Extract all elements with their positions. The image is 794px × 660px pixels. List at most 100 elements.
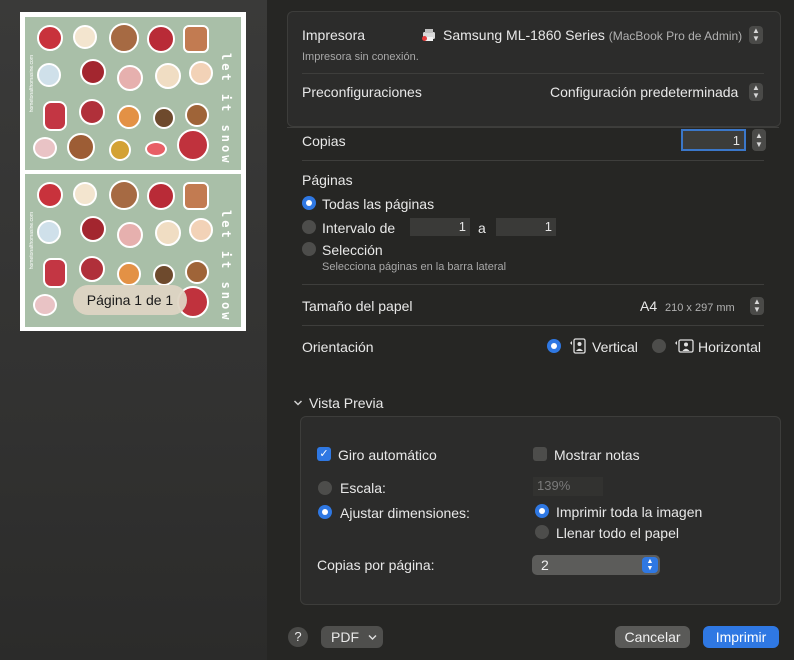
show-notes-label: Mostrar notas bbox=[554, 447, 640, 463]
sticker-mug bbox=[147, 182, 175, 210]
printer-status: Impresora sin conexión. bbox=[302, 51, 419, 63]
help-button[interactable]: ? bbox=[288, 627, 308, 647]
copies-per-page-value: 2 bbox=[541, 557, 549, 573]
sticker-star bbox=[37, 220, 61, 244]
auto-rotate-checkbox[interactable]: ✓ bbox=[317, 447, 331, 461]
sticker-anise bbox=[153, 264, 175, 286]
scale-input[interactable]: 139% bbox=[533, 477, 603, 496]
vista-previa-header[interactable]: Vista Previa bbox=[309, 395, 383, 411]
sticker-mitten bbox=[67, 133, 95, 161]
copies-per-page-label: Copias por página: bbox=[317, 557, 435, 573]
copies-input[interactable]: 1 bbox=[681, 129, 746, 151]
popup-arrows-icon: ▲ ▼ bbox=[642, 557, 658, 573]
pages-all-label: Todas las páginas bbox=[322, 196, 435, 212]
printer-icon bbox=[422, 29, 435, 41]
sticker-stocking bbox=[43, 258, 67, 288]
pages-label: Páginas bbox=[302, 172, 353, 188]
sticker-cookie bbox=[73, 182, 97, 206]
sticker-mug bbox=[147, 25, 175, 53]
paper-size-value: A4 bbox=[640, 298, 658, 314]
pages-selection-radio[interactable] bbox=[302, 242, 316, 256]
orientation-vertical-label: Vertical bbox=[592, 339, 638, 355]
printer-label: Impresora bbox=[302, 27, 366, 43]
sticker-bow bbox=[80, 216, 106, 242]
scale-radio[interactable] bbox=[318, 481, 332, 495]
pdf-menu-button[interactable]: PDF bbox=[321, 626, 383, 648]
page-thumbnail[interactable]: let it snow hometonalthomasine.com let i… bbox=[20, 12, 246, 331]
cancel-button[interactable]: Cancelar bbox=[615, 626, 690, 648]
chevron-down-icon[interactable] bbox=[293, 398, 303, 408]
pages-range-label: Intervalo de bbox=[322, 220, 396, 236]
print-button[interactable]: Imprimir bbox=[703, 626, 779, 648]
sticker-snowflake-cookie bbox=[109, 23, 139, 53]
printer-name: Samsung ML-1860 Series bbox=[443, 27, 605, 43]
sticker-bell bbox=[109, 139, 131, 161]
sheet-side-text: hometonalthomasine.com bbox=[29, 55, 35, 113]
divider bbox=[302, 160, 764, 161]
landscape-orientation-icon bbox=[675, 339, 694, 353]
chevron-down-icon bbox=[368, 635, 377, 640]
sticker-cinnamon bbox=[185, 103, 209, 127]
preview-sidebar: let it snow hometonalthomasine.com let i… bbox=[0, 0, 267, 660]
show-notes-checkbox[interactable] bbox=[533, 447, 547, 461]
page-count-badge: Página 1 de 1 bbox=[73, 285, 187, 315]
copies-per-page-select[interactable]: 2 ▲ ▼ bbox=[532, 555, 660, 575]
sheet-side-text: hometonalthomasine.com bbox=[29, 212, 35, 270]
paper-size-dims: 210 x 297 mm bbox=[665, 302, 735, 314]
sticker-bow bbox=[80, 59, 106, 85]
fill-paper-radio[interactable] bbox=[535, 525, 549, 539]
sticker-star-cookie bbox=[155, 220, 181, 246]
sticker-stocking bbox=[43, 101, 67, 131]
orientation-label: Orientación bbox=[302, 339, 374, 355]
copies-stepper[interactable]: ▲ ▼ bbox=[752, 129, 766, 151]
presets-select[interactable]: Configuración predeterminada bbox=[550, 84, 738, 100]
sticker-gift bbox=[37, 182, 63, 208]
sticker-heart-cookie bbox=[33, 294, 57, 316]
pages-selection-label: Selección bbox=[322, 242, 383, 258]
pdf-label: PDF bbox=[331, 629, 359, 645]
orientation-horizontal-label: Horizontal bbox=[698, 339, 762, 355]
sticker-gingerbread-house bbox=[183, 182, 209, 210]
paper-size-label: Tamaño del papel bbox=[302, 298, 413, 314]
sticker-star-cookie bbox=[155, 63, 181, 89]
sticker-cookie bbox=[73, 25, 97, 49]
sticker-heart bbox=[117, 65, 143, 91]
sticker-gift bbox=[37, 25, 63, 51]
sticker-ornament bbox=[79, 99, 105, 125]
sticker-cinnamon bbox=[185, 260, 209, 284]
range-from-input[interactable]: 1 bbox=[410, 218, 470, 236]
sticker-sheet-top: let it snow hometonalthomasine.com bbox=[25, 17, 241, 170]
sticker-heart bbox=[117, 222, 143, 248]
printer-select[interactable]: Samsung ML-1860 Series (MacBook Pro de A… bbox=[443, 27, 742, 43]
orientation-horizontal-radio[interactable] bbox=[652, 339, 666, 353]
sticker-anise bbox=[153, 107, 175, 129]
range-to-label: a bbox=[478, 220, 486, 236]
sticker-round-cookie bbox=[189, 218, 213, 242]
sticker-snowflake-cookie bbox=[109, 180, 139, 210]
sticker-candy-cane bbox=[145, 141, 167, 157]
orientation-vertical-radio[interactable] bbox=[547, 339, 561, 353]
presets-popup-arrows-icon[interactable]: ▲ ▼ bbox=[749, 83, 763, 101]
auto-rotate-label: Giro automático bbox=[338, 447, 437, 463]
printer-host: (MacBook Pro de Admin) bbox=[608, 29, 743, 43]
sticker-orange bbox=[117, 262, 141, 286]
paper-size-select[interactable]: A4 210 x 297 mm bbox=[640, 298, 735, 314]
fit-label: Ajustar dimensiones: bbox=[340, 505, 470, 521]
sticker-hot-cocoa bbox=[177, 129, 209, 161]
range-to-input[interactable]: 1 bbox=[496, 218, 556, 236]
sticker-heart-cookie bbox=[33, 137, 57, 159]
divider bbox=[302, 325, 764, 326]
sticker-orange bbox=[117, 105, 141, 129]
sticker-gingerbread-house bbox=[183, 25, 209, 53]
printer-popup-arrows-icon[interactable]: ▲ ▼ bbox=[749, 26, 763, 44]
sticker-ornament bbox=[79, 256, 105, 282]
fill-paper-label: Llenar todo el papel bbox=[556, 525, 679, 541]
sheet-title: let it snow bbox=[219, 210, 233, 323]
print-whole-radio[interactable] bbox=[535, 504, 549, 518]
fit-radio[interactable] bbox=[318, 505, 332, 519]
pages-range-radio[interactable] bbox=[302, 220, 316, 234]
pages-selection-hint: Selecciona páginas en la barra lateral bbox=[322, 261, 507, 273]
pages-all-radio[interactable] bbox=[302, 196, 316, 210]
paper-size-popup-arrows-icon[interactable]: ▲ ▼ bbox=[750, 297, 764, 315]
presets-label: Preconfiguraciones bbox=[302, 84, 422, 100]
